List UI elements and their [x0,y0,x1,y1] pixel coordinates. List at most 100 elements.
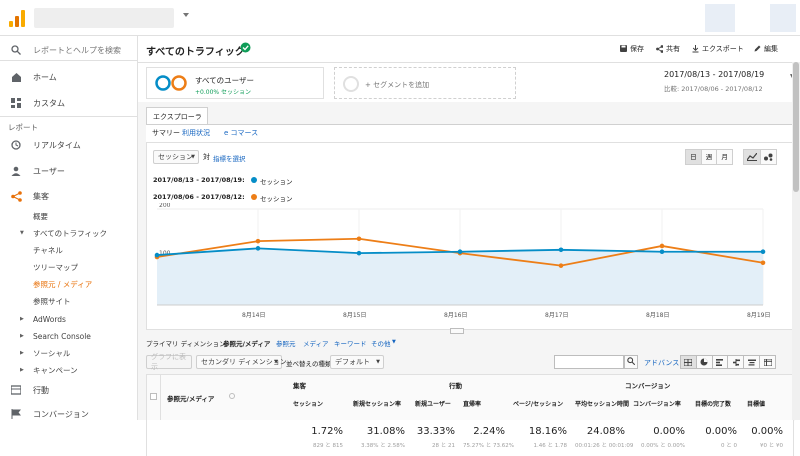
primary-dimension-value: 参照元/メディア [223,340,271,348]
add-segment-button[interactable]: + セグメントを追加 [334,67,516,99]
legend-series-current: セッション [260,178,293,186]
column-header[interactable]: 直帰率 [463,399,509,408]
subtab-usage[interactable]: 利用状況 [182,128,210,138]
secondary-dimension-select[interactable]: セカンダリ ディメンション ▼ [196,355,287,369]
sidebar-item-label: 参照サイト [33,296,71,306]
sidebar-item-search-console[interactable]: ▶ Search Console [0,328,138,344]
select-all-column [147,375,161,421]
tab-explorer[interactable]: エクスプローラ [146,107,208,124]
save-button[interactable]: 保存 [620,45,644,54]
select-all-checkbox[interactable] [150,393,157,400]
table-search-button[interactable] [624,355,638,369]
sidebar-item-label: 概要 [33,211,48,221]
notifications-icon[interactable] [705,4,735,32]
analytics-logo-icon[interactable] [8,9,26,27]
sidebar-item-channels[interactable]: チャネル [0,242,138,258]
metric-comparison: 00:01:26 と 00:01:09 [575,443,634,449]
sidebar-item-overview[interactable]: 概要 [0,208,138,224]
dimension-option-keyword[interactable]: キーワード [334,338,367,348]
sidebar-item-acquisition[interactable]: 集客 [0,188,138,204]
sidebar-item-social[interactable]: ▶ ソーシャル [0,345,138,361]
comparison-view-icon[interactable] [728,356,745,368]
account-selector[interactable] [34,8,174,28]
column-header[interactable]: 新規ユーザー [415,399,459,408]
subtab-summary[interactable]: サマリー [152,128,180,138]
scrollbar[interactable] [792,62,800,420]
segment-pie-icon [155,74,189,94]
table-header [147,375,795,421]
person-icon [10,165,22,177]
sidebar-search[interactable]: レポートとヘルプを検索 [0,42,138,58]
dimension-column-header[interactable]: 参照元/メディア [167,393,214,403]
caret-right-icon: ▶ [20,333,24,339]
sidebar-item-label: AdWords [33,314,66,324]
subtab-ecommerce[interactable]: e コマース [224,128,258,138]
pivot-view-icon[interactable] [760,356,775,368]
chevron-down-icon[interactable] [183,13,189,17]
dimension-option-source[interactable]: 参照元 [276,338,296,348]
sidebar-item-label: コンバージョン [33,409,89,419]
sidebar-item-all-traffic[interactable]: ▼ すべてのトラフィック [0,225,138,241]
metric-comparison: 28 と 21 [432,443,455,449]
segment-all-users[interactable]: すべてのユーザー +0.00% セッション [146,67,324,99]
granularity-toggle: 日 週 月 [685,149,733,165]
metric-value: 1.72% [311,426,343,437]
download-icon [692,45,699,55]
data-point-current [255,246,261,251]
sidebar-item-behavior[interactable]: 行動 [0,382,138,398]
sidebar-item-label: 集客 [33,191,49,201]
sidebar-item-label: リアルタイム [33,140,81,150]
export-button[interactable]: エクスポート [692,45,744,55]
dimension-option-medium[interactable]: メディア [303,338,329,348]
performance-view-icon[interactable] [712,356,729,368]
term-cloud-icon[interactable] [744,356,761,368]
sidebar-item-users[interactable]: ユーザー [0,163,138,179]
plot-rows-button[interactable]: グラフに表示 [146,353,192,371]
share-icon [656,45,664,55]
line-chart-icon[interactable] [744,150,761,164]
metric-value: 33.33% [416,426,455,437]
dimension-option-other[interactable]: その他 [371,338,391,348]
sidebar-item-treemap[interactable]: ツリーマップ [0,259,138,275]
table-view-icon[interactable] [681,356,697,368]
sidebar-item-home[interactable]: ホーム [0,69,138,85]
data-point-current [558,247,564,253]
sidebar-item-campaigns[interactable]: ▶ キャンペーン [0,362,138,378]
date-range-picker[interactable]: 2017/08/13 - 2017/08/19 比較: 2017/08/06 -… [664,67,798,97]
sidebar-item-adwords[interactable]: ▶ AdWords [0,311,138,327]
select-metric-link[interactable]: 指標を選択 [213,153,246,163]
column-header[interactable]: コンバージョン率 [633,399,689,408]
pie-view-icon[interactable] [696,356,713,368]
help-icon[interactable] [229,393,235,399]
chart-resize-handle[interactable] [450,328,464,334]
sidebar-item-source-medium[interactable]: 参照元 / メディア [0,276,138,292]
chart-type-toggle [743,149,777,165]
edit-button[interactable]: 編集 [754,45,778,54]
data-point-previous [356,236,362,242]
advanced-filter-link[interactable]: アドバンス [644,358,679,368]
column-header[interactable]: 目標の完了数 [695,399,741,408]
column-header[interactable]: ページ/セッション [513,399,571,408]
sidebar-item-referrals[interactable]: 参照サイト [0,293,138,309]
scrollbar-thumb[interactable] [793,62,799,192]
account-avatar[interactable] [770,4,796,32]
table-search-input[interactable] [554,355,624,369]
sidebar-item-label: ホーム [33,72,57,82]
metric-select[interactable]: セッション ▼ [153,150,199,164]
share-button[interactable]: 共有 [656,45,680,55]
motion-chart-icon[interactable] [760,150,776,164]
month-button[interactable]: 月 [717,150,733,164]
sort-type-select[interactable]: デフォルト ▼ [330,355,384,369]
day-button[interactable]: 日 [686,150,702,164]
column-header[interactable]: 平均セッション時間 [575,399,629,408]
caret-right-icon: ▶ [20,350,24,356]
week-button[interactable]: 週 [701,150,718,164]
sidebar-item-custom[interactable]: カスタム [0,95,138,111]
sidebar-item-realtime[interactable]: リアルタイム [0,137,138,153]
caret-down-icon: ▼ [20,230,24,236]
column-header[interactable]: セッション [293,399,347,408]
column-header[interactable]: 新規セッション率 [353,399,409,408]
summary-row: 1.72% 829 と 815 31.08% 3.38% と 2.58% 33.33% 2… [146,420,794,456]
column-header[interactable]: 目標値 [747,399,787,408]
sidebar-item-label: ユーザー [33,166,65,176]
